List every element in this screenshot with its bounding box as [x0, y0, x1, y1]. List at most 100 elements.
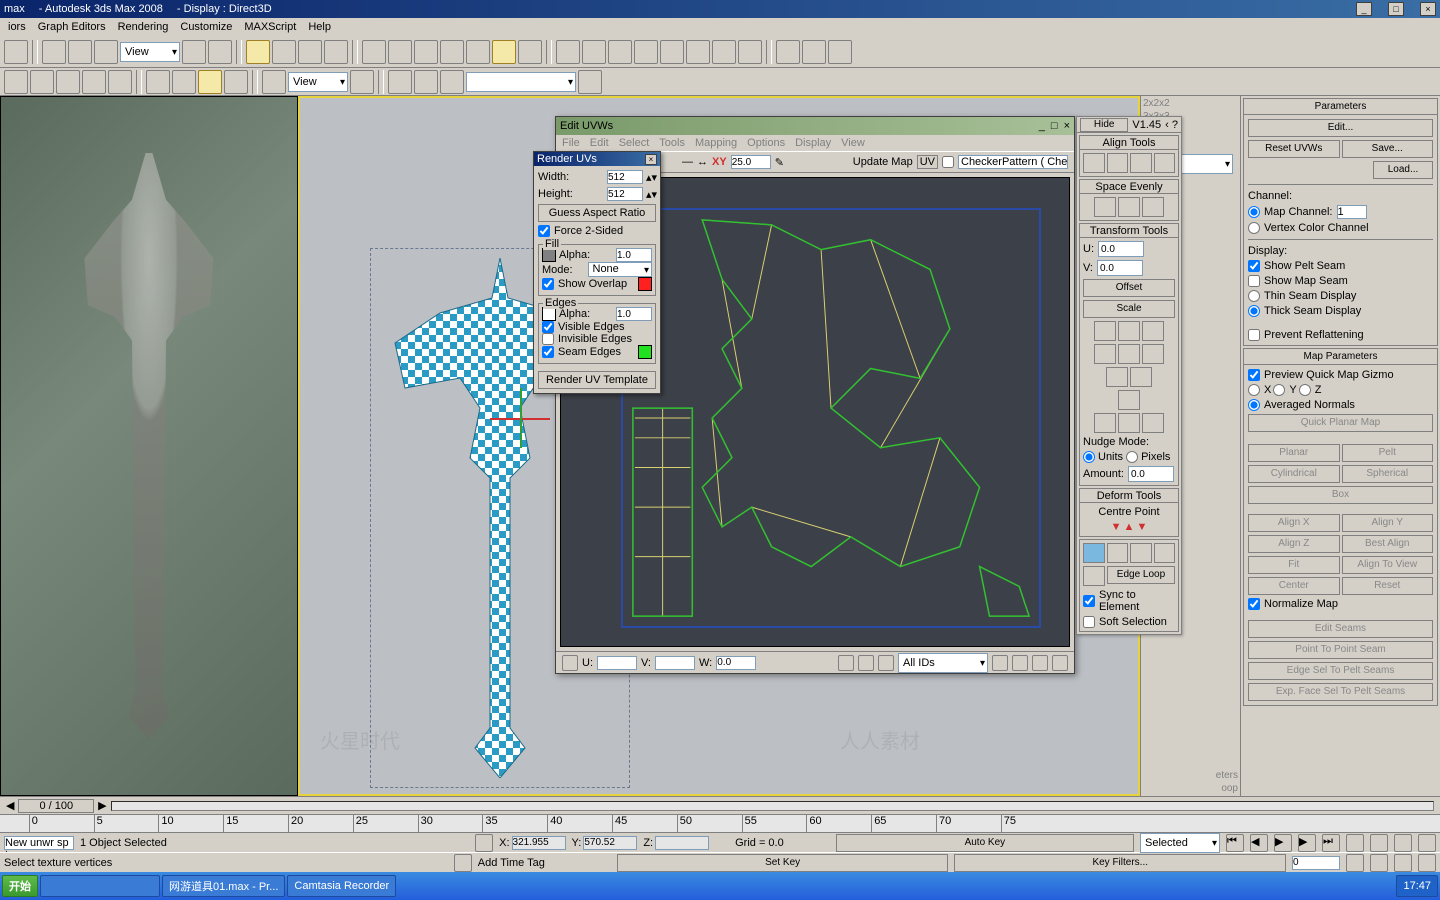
- uvw-titlebar[interactable]: Edit UVWs _ □ ×: [556, 117, 1074, 135]
- keymode-combo[interactable]: Selected: [1140, 833, 1220, 853]
- menu-item[interactable]: Help: [308, 21, 331, 33]
- time-pos[interactable]: 0 / 100: [18, 799, 94, 813]
- tool-button[interactable]: [608, 40, 632, 64]
- move-icon[interactable]: [42, 40, 66, 64]
- material-editor-icon[interactable]: [776, 40, 800, 64]
- tool-button[interactable]: [82, 70, 106, 94]
- menu-item[interactable]: Graph Editors: [38, 21, 106, 33]
- brush-icon[interactable]: [1083, 566, 1105, 586]
- uvw-mode-icon[interactable]: [562, 655, 578, 671]
- nav-icon[interactable]: [1346, 834, 1364, 852]
- tool-button[interactable]: [108, 70, 132, 94]
- abc-icon[interactable]: [388, 70, 412, 94]
- tool-button[interactable]: [324, 40, 348, 64]
- rollout-header[interactable]: Parameters: [1244, 99, 1437, 115]
- minimize-button[interactable]: _: [1356, 2, 1372, 16]
- layer-combo[interactable]: [466, 72, 576, 92]
- tool-button[interactable]: [298, 40, 322, 64]
- keyfilters-button[interactable]: Key Filters...: [954, 854, 1286, 872]
- tool-button[interactable]: [4, 40, 28, 64]
- prevent-reflat-check[interactable]: Prevent Reflattening: [1248, 329, 1433, 341]
- invisible-edges-check[interactable]: Invisible Edges: [542, 333, 652, 345]
- tool-button[interactable]: [224, 70, 248, 94]
- tool-button[interactable]: [712, 40, 736, 64]
- planar-button[interactable]: Planar: [1248, 444, 1340, 462]
- bestalign-button[interactable]: Best Align: [1342, 535, 1434, 553]
- height-field[interactable]: [607, 187, 643, 201]
- tool-button[interactable]: [272, 40, 296, 64]
- edit-button[interactable]: Edit...: [1248, 119, 1433, 137]
- close-button[interactable]: ×: [1420, 2, 1436, 16]
- nav-icon[interactable]: [1418, 834, 1436, 852]
- taskbar-item[interactable]: 网游道具01.max - Pr...: [162, 875, 285, 897]
- arrow-left-icon[interactable]: [1094, 413, 1116, 433]
- fit-button[interactable]: Fit: [1248, 556, 1340, 574]
- tool-button[interactable]: [738, 40, 762, 64]
- uvw-menu-item[interactable]: Options: [747, 137, 785, 149]
- uvw-menu-item[interactable]: Select: [619, 137, 650, 149]
- sync-element-check[interactable]: Sync to Element: [1083, 589, 1175, 613]
- frame-field[interactable]: [1292, 856, 1340, 870]
- vertex-color-radio[interactable]: Vertex Color Channel: [1248, 222, 1433, 234]
- space-icon[interactable]: [1142, 197, 1164, 217]
- sel-mode-icon[interactable]: [1130, 543, 1152, 563]
- xform-icon[interactable]: [1118, 321, 1140, 341]
- cylindrical-button[interactable]: Cylindrical: [1248, 465, 1340, 483]
- p2p-seam-button[interactable]: Point To Point Seam: [1248, 641, 1433, 659]
- tool-button[interactable]: [56, 70, 80, 94]
- units-radio[interactable]: [1083, 451, 1095, 463]
- space-icon[interactable]: [1118, 197, 1140, 217]
- fill-alpha-field[interactable]: [616, 248, 652, 262]
- soft-selection-check[interactable]: Soft Selection: [1083, 616, 1175, 628]
- uv-toggle[interactable]: UV: [917, 155, 938, 169]
- rotate-icon[interactable]: [68, 40, 92, 64]
- time-ruler[interactable]: 0 5 10 15 20 25 30 35 40 45 50 55 60 65 …: [0, 814, 1440, 832]
- tool-button[interactable]: [246, 40, 270, 64]
- map-seam-check[interactable]: Show Map Seam: [1248, 275, 1433, 287]
- tool-button[interactable]: [518, 40, 542, 64]
- lock-icon[interactable]: [475, 834, 493, 852]
- transform-gizmo[interactable]: [490, 388, 550, 448]
- play-next-icon[interactable]: ▶: [1298, 834, 1316, 852]
- tool-button[interactable]: [466, 40, 490, 64]
- load-button[interactable]: Load...: [1373, 161, 1433, 179]
- tool-button[interactable]: [30, 70, 54, 94]
- scale-icon[interactable]: [94, 40, 118, 64]
- uvw-min-button[interactable]: _: [1039, 120, 1045, 132]
- pan-icon[interactable]: [992, 655, 1008, 671]
- uvw-menu-item[interactable]: View: [841, 137, 865, 149]
- normalize-check[interactable]: Normalize Map: [1248, 598, 1433, 610]
- arrow-right-icon[interactable]: [1142, 413, 1164, 433]
- play-prev-icon[interactable]: ◀: [1250, 834, 1268, 852]
- checker-toggle[interactable]: [942, 156, 954, 168]
- tool-button[interactable]: [262, 70, 286, 94]
- tool-button[interactable]: [660, 40, 684, 64]
- width-field[interactable]: [607, 170, 643, 184]
- render-uv-template-button[interactable]: Render UV Template: [538, 371, 656, 389]
- edge-loop-button[interactable]: Edge Loop: [1107, 566, 1175, 584]
- uvw-menu-item[interactable]: Tools: [659, 137, 685, 149]
- quicklaunch[interactable]: [40, 875, 160, 897]
- thick-seam-radio[interactable]: Thick Seam Display: [1248, 305, 1433, 317]
- box-button[interactable]: Box: [1248, 486, 1433, 504]
- zoom-region-icon[interactable]: [1052, 655, 1068, 671]
- reference-viewport[interactable]: [0, 96, 298, 796]
- uvw-max-button[interactable]: □: [1051, 120, 1058, 132]
- uvw-menu-item[interactable]: File: [562, 137, 580, 149]
- tool-button[interactable]: [182, 40, 206, 64]
- amount-spin[interactable]: [1128, 466, 1174, 482]
- visible-edges-check[interactable]: Visible Edges: [542, 321, 652, 333]
- tool-button[interactable]: [350, 70, 374, 94]
- axis-y-radio[interactable]: Y: [1273, 384, 1296, 396]
- uvw-tool-icon[interactable]: [878, 655, 894, 671]
- tool-button[interactable]: [198, 70, 222, 94]
- tool-button[interactable]: [172, 70, 196, 94]
- v-field[interactable]: [655, 656, 695, 670]
- add-tag-label[interactable]: Add Time Tag: [478, 857, 545, 869]
- u-field[interactable]: [597, 656, 637, 670]
- system-tray[interactable]: 17:47: [1396, 875, 1438, 897]
- axis-x-radio[interactable]: X: [1248, 384, 1271, 396]
- maximize-button[interactable]: □: [1388, 2, 1404, 16]
- update-map-label[interactable]: Update Map: [853, 156, 913, 168]
- align-icon[interactable]: [582, 40, 606, 64]
